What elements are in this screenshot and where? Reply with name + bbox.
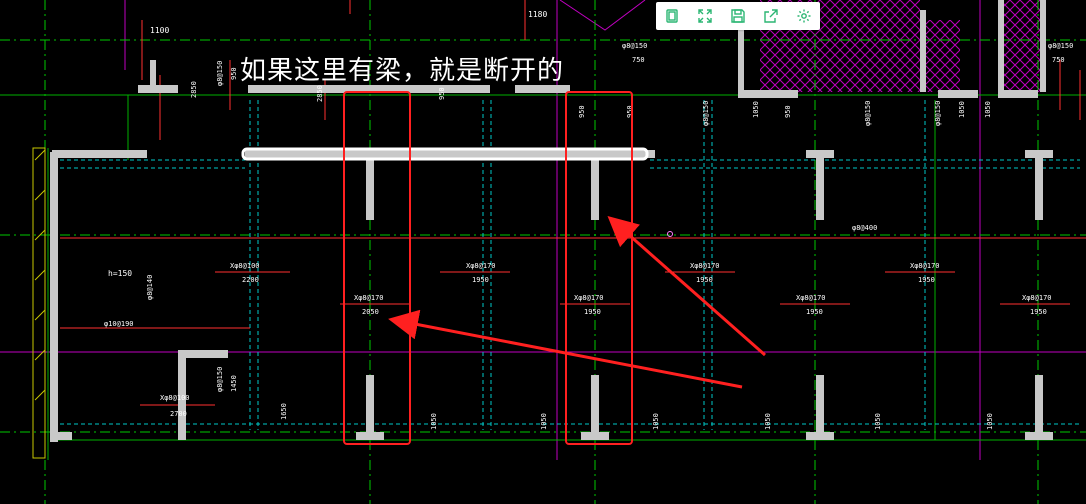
dim-1050-c: 1050: [984, 101, 992, 118]
span-mid-2-dim: 1950: [584, 308, 601, 316]
image-viewer-toolbar: [656, 2, 820, 30]
dim-950-5: 950: [784, 105, 792, 118]
rebar-190: φ10@190: [104, 320, 134, 328]
bottom-dim-2: 1050: [540, 413, 548, 430]
dim-1050-b: 1050: [958, 101, 966, 118]
dim-1100: 1100: [150, 26, 169, 35]
span-mid-1-rebar: Xφ8@170: [354, 294, 384, 302]
bottom-dim-5: 1050: [874, 413, 882, 430]
rebar-vert-1: φ8@150: [216, 61, 224, 86]
rebar-top-a: φ8@150: [622, 42, 647, 50]
span-top-3-dim: 1950: [696, 276, 713, 284]
bottom-dim-4: 1050: [764, 413, 772, 430]
fullscreen-icon: [698, 9, 712, 23]
settings-button[interactable]: [793, 5, 815, 27]
rebar-vert-2: φ8@150: [702, 101, 710, 126]
dim-1050-a: 1050: [752, 101, 760, 118]
rebar-top-b: φ8@150: [1048, 42, 1073, 50]
span-top-1-rebar: Xφ8@100: [230, 262, 260, 270]
fit-page-icon: [666, 9, 679, 23]
lower-left-rebar: Xφ8@100: [160, 394, 190, 402]
dim-950-3: 950: [578, 105, 586, 118]
rebar-vert-3: φ8@150: [864, 101, 872, 126]
bottom-dim-6: 1050: [986, 413, 994, 430]
span-mid-3-rebar: Xφ8@170: [796, 294, 826, 302]
dim-2850-1: 2850: [190, 81, 198, 98]
save-icon: [731, 9, 745, 23]
span-mid-3-dim: 1950: [806, 308, 823, 316]
lower-left-rebar2: φ8@150: [216, 367, 224, 392]
span-top-2-rebar: Xφ8@170: [466, 262, 496, 270]
dim-750-a: 750: [632, 56, 645, 64]
span-top-1-dim: 2200: [242, 276, 259, 284]
dim-2850-2: 2850: [316, 85, 324, 102]
span-top-2-dim: 1950: [472, 276, 489, 284]
dim-950-1: 950: [230, 67, 238, 80]
lower-left-dim: 2700: [170, 410, 187, 418]
outer-wall-left: [32, 147, 46, 459]
rebar-400: φ8@400: [852, 224, 877, 232]
annotation-arrow-upper: [607, 216, 766, 357]
span-mid-4-dim: 1950: [1030, 308, 1047, 316]
rebar-vert-4: φ8@150: [934, 101, 942, 126]
share-button[interactable]: [760, 5, 782, 27]
span-mid-4-rebar: Xφ8@170: [1022, 294, 1052, 302]
bottom-dim-3: 1050: [652, 413, 660, 430]
lower-left-dim3: 1650: [280, 403, 288, 420]
save-button[interactable]: [727, 5, 749, 27]
rebar-140: φ8@140: [146, 275, 154, 300]
bottom-dim-1: 1050: [430, 413, 438, 430]
fullscreen-button[interactable]: [694, 5, 716, 27]
dim-1180: 1180: [528, 10, 547, 19]
dim-950-2: 950: [438, 87, 446, 100]
span-top-3-rebar: Xφ8@170: [690, 262, 720, 270]
lower-left-dim2: 1450: [230, 375, 238, 392]
settings-icon: [797, 9, 811, 23]
share-icon: [764, 9, 778, 23]
span-mid-1-dim: 2050: [362, 308, 379, 316]
slab-thickness: h=150: [108, 269, 132, 278]
highlight-box-left: [343, 91, 411, 445]
span-mid-2-rebar: Xφ8@170: [574, 294, 604, 302]
dim-750-b: 750: [1052, 56, 1065, 64]
fit-page-button[interactable]: [661, 5, 683, 27]
snap-point-marker: [667, 231, 673, 237]
span-top-4-dim: 1950: [918, 276, 935, 284]
annotation-text: 如果这里有梁，就是断开的: [240, 56, 565, 86]
span-top-4-rebar: Xφ8@170: [910, 262, 940, 270]
annotation-arrow-lower: [388, 309, 743, 389]
